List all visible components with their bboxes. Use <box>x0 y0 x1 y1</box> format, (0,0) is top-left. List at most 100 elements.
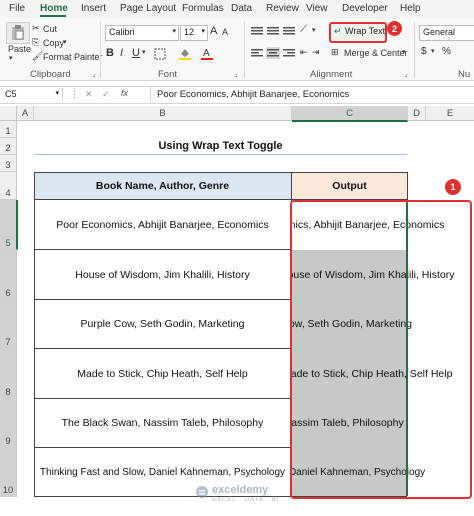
wrap-text-label: Wrap Text <box>345 26 386 36</box>
paste-icon[interactable] <box>6 22 30 44</box>
row-header-3[interactable]: 3 <box>0 155 17 172</box>
accounting-format-icon[interactable]: $ <box>421 46 427 57</box>
copy-dropdown-icon[interactable]: ▾ <box>63 38 67 46</box>
name-box-value: C5 <box>5 89 17 99</box>
cut-icon[interactable]: ✂ <box>32 23 40 34</box>
underline-dropdown-icon[interactable]: ▾ <box>142 48 146 56</box>
confirm-icon[interactable]: ✓ <box>102 89 110 100</box>
column-header-b[interactable]: B <box>34 106 292 121</box>
top-align-icon[interactable] <box>250 25 264 37</box>
menu-page-layout[interactable]: Page Layout <box>120 3 176 14</box>
menu-formulas[interactable]: Formulas <box>182 3 224 14</box>
column-header-a[interactable]: A <box>17 106 34 121</box>
row-header-4[interactable]: 4 <box>0 172 17 200</box>
cancel-icon[interactable]: ✕ <box>85 89 93 100</box>
font-color-icon[interactable]: A <box>200 46 214 60</box>
select-all-corner[interactable] <box>0 106 17 121</box>
column-header-d[interactable]: D <box>408 106 426 121</box>
book-cell[interactable]: Poor Economics, Abhijit Banarjee, Econom… <box>34 200 291 249</box>
menu-file[interactable]: File <box>9 3 25 14</box>
table-border <box>34 299 292 300</box>
clipboard-launcher-icon[interactable]: ⌟ <box>92 69 96 78</box>
menu-data[interactable]: Data <box>231 3 252 14</box>
formula-input[interactable]: Poor Economics, Abhijit Banarjee, Econom… <box>157 89 349 100</box>
italic-button[interactable]: I <box>120 47 123 59</box>
table-border <box>34 172 407 173</box>
accounting-dropdown-icon[interactable]: ▾ <box>431 47 435 55</box>
bottom-align-icon[interactable] <box>282 25 296 37</box>
shrink-font-button[interactable]: A <box>222 27 228 37</box>
grow-font-button[interactable]: A <box>210 25 217 37</box>
merge-center-icon[interactable]: ⊞ <box>331 47 339 58</box>
row-header-9[interactable]: 9 <box>0 399 17 448</box>
svg-text:A: A <box>203 48 210 59</box>
merge-dropdown-icon[interactable]: ▾ <box>402 48 406 56</box>
row-header-10[interactable]: 10 <box>0 448 17 497</box>
chevron-down-icon[interactable]: ▾ <box>201 27 205 35</box>
decrease-indent-icon[interactable]: ⇤ <box>300 47 308 58</box>
cut-button[interactable]: Cut <box>43 24 57 34</box>
annotation-badge-1: 1 <box>445 179 461 195</box>
chevron-down-icon[interactable]: ▾ <box>55 89 59 97</box>
paste-dropdown-icon[interactable]: ▾ <box>9 54 13 62</box>
row-header-8[interactable]: 8 <box>0 349 17 399</box>
row-header-7[interactable]: 7 <box>0 300 17 349</box>
ribbon-separator <box>414 22 415 78</box>
menu-review[interactable]: Review <box>266 3 299 14</box>
annotation-badge-2: 2 <box>387 21 402 36</box>
increase-indent-icon[interactable]: ⇥ <box>312 47 320 58</box>
column-header-e[interactable]: E <box>426 106 474 121</box>
fill-color-icon[interactable] <box>178 46 192 60</box>
watermark-name: exceldemy <box>212 484 269 496</box>
fx-icon[interactable]: fx <box>121 88 128 98</box>
wrap-text-button[interactable]: ↵ Wrap Text <box>329 22 387 43</box>
name-box[interactable]: C5 ▾ <box>2 88 63 101</box>
underline-button[interactable]: U <box>132 47 140 59</box>
menu-help[interactable]: Help <box>400 3 421 14</box>
menu-home[interactable]: Home <box>40 3 68 14</box>
more-options-icon[interactable]: ⋮ <box>70 89 79 100</box>
book-cell[interactable]: House of Wisdom, Jim Khalili, History <box>34 250 291 299</box>
row-header-6[interactable]: 6 <box>0 250 17 300</box>
menu-view[interactable]: View <box>306 3 328 14</box>
font-name-box[interactable]: Calibri ▾ <box>105 25 179 41</box>
align-right-icon[interactable] <box>282 47 296 59</box>
orientation-icon[interactable]: ⟋ <box>300 24 307 35</box>
header-output[interactable]: Output <box>292 172 407 199</box>
chevron-down-icon[interactable]: ▾ <box>172 27 176 35</box>
column-header-c[interactable]: C <box>292 106 408 122</box>
align-left-icon[interactable] <box>250 47 264 59</box>
copy-button[interactable]: Copy <box>43 38 64 48</box>
percent-button[interactable]: % <box>442 46 451 57</box>
copy-icon[interactable]: ⎘ <box>32 37 39 48</box>
row-header-5[interactable]: 5 <box>0 200 18 250</box>
table-border <box>407 172 408 200</box>
book-cell[interactable]: The Black Swan, Nassim Taleb, Philosophy <box>34 399 291 447</box>
middle-align-icon[interactable] <box>266 25 280 37</box>
font-group-label: Font <box>158 69 178 80</box>
book-cell[interactable]: Purple Cow, Seth Godin, Marketing <box>34 300 291 348</box>
table-border <box>34 249 292 250</box>
bold-button[interactable]: B <box>106 47 114 59</box>
table-border <box>34 348 292 349</box>
menu-insert[interactable]: Insert <box>81 3 106 14</box>
book-cell[interactable]: Made to Stick, Chip Heath, Self Help <box>34 349 291 398</box>
format-painter-button[interactable]: Format Painter <box>43 52 103 62</box>
menu-developer[interactable]: Developer <box>342 3 388 14</box>
font-launcher-icon[interactable]: ⌟ <box>234 69 238 78</box>
highlight-box <box>290 200 472 499</box>
wrap-text-icon: ↵ <box>334 26 342 36</box>
merge-center-button[interactable]: Merge & Center <box>344 48 408 58</box>
number-format-box[interactable]: General <box>419 25 474 41</box>
alignment-launcher-icon[interactable]: ⌟ <box>404 69 408 78</box>
table-border <box>34 398 292 399</box>
align-center-icon[interactable] <box>266 47 280 59</box>
row-header-1[interactable]: 1 <box>0 121 17 138</box>
orientation-dropdown-icon[interactable]: ▾ <box>312 26 316 34</box>
font-size-box[interactable]: 12 ▾ <box>180 25 208 41</box>
paste-label[interactable]: Paste <box>8 44 31 54</box>
header-book-name[interactable]: Book Name, Author, Genre <box>34 172 291 199</box>
format-painter-icon[interactable]: 🖌 <box>32 51 43 62</box>
borders-icon[interactable] <box>153 47 167 61</box>
row-header-2[interactable]: 2 <box>0 138 17 155</box>
